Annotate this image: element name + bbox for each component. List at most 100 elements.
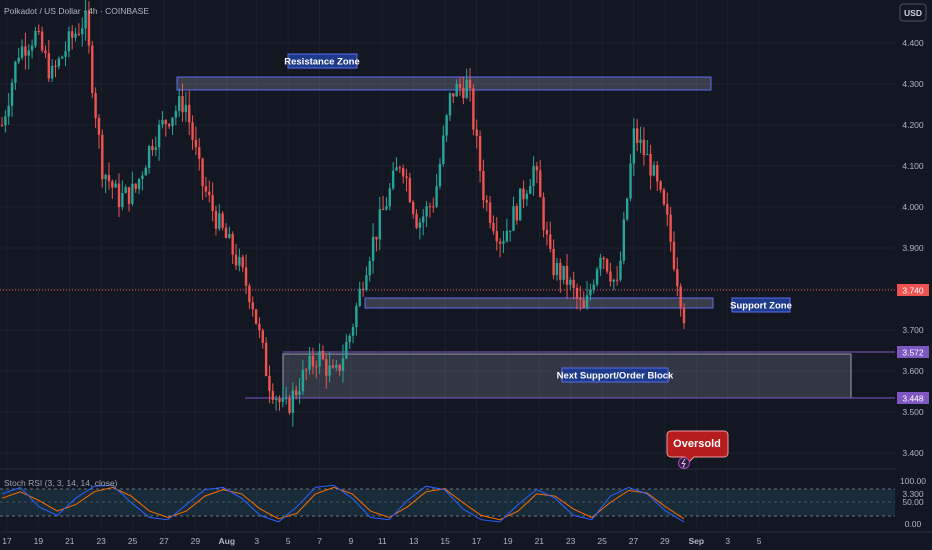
- candle-body: [615, 279, 619, 281]
- candle-body: [609, 271, 612, 282]
- candle-body: [669, 214, 672, 242]
- time-tick: 5: [286, 536, 291, 546]
- candle-body: [167, 123, 171, 127]
- time-axis[interactable]: 17 19 21 23 25 27 29 Aug 3 5 7 9 11 13 15 17 19 21 23 25 27 2…: [2, 536, 761, 546]
- candle-body: [488, 202, 492, 223]
- price-tick: 3.900: [902, 243, 924, 253]
- candle-body: [64, 51, 67, 57]
- candle-body: [144, 167, 147, 176]
- candle-body: [378, 209, 381, 240]
- candle-body: [535, 166, 539, 171]
- stoch-rsi-panel[interactable]: Stoch RSI (3, 3, 14, 14, close): [0, 478, 895, 523]
- candle-body: [124, 187, 127, 193]
- candle-body: [10, 82, 14, 106]
- candle-body: [465, 79, 468, 99]
- resistance-zone[interactable]: [176, 76, 712, 91]
- candle-body: [452, 93, 455, 97]
- candle-body: [475, 129, 478, 136]
- candle-body: [44, 50, 47, 54]
- candle-body: [231, 233, 234, 255]
- candle-body: [164, 120, 168, 124]
- candle-body: [422, 216, 425, 223]
- candle-body: [345, 341, 348, 359]
- candle-body: [181, 96, 184, 113]
- time-tick: 29: [191, 536, 201, 546]
- candle-body: [40, 31, 44, 51]
- candle-body: [478, 135, 482, 172]
- candle-body: [508, 230, 512, 232]
- candle-body: [74, 33, 77, 38]
- candle-body: [602, 257, 605, 260]
- level-upper-tag: 3.572: [897, 346, 929, 358]
- candle-body: [117, 183, 121, 208]
- candle-body: [37, 30, 40, 32]
- candle-body: [248, 285, 251, 303]
- candle-body: [284, 398, 288, 400]
- price-tick: 4.200: [902, 120, 924, 130]
- candle-body: [472, 88, 475, 130]
- candle-body: [682, 307, 686, 323]
- time-tick: 19: [503, 536, 513, 546]
- currency-label: USD: [904, 8, 922, 18]
- candle-body: [371, 236, 375, 262]
- oversold-callout[interactable]: Oversold: [666, 430, 729, 469]
- candle-body: [462, 87, 465, 99]
- candle-body: [30, 45, 34, 51]
- candle-body: [331, 365, 335, 368]
- candle-body: [194, 139, 198, 148]
- candle-body: [498, 241, 502, 244]
- candle-body: [114, 183, 117, 188]
- candle-body: [204, 186, 208, 192]
- candle-body: [301, 369, 305, 392]
- candle-body: [659, 181, 662, 190]
- candle-body: [391, 170, 395, 189]
- candle-body: [298, 391, 301, 395]
- resistance-label[interactable]: Resistance Zone: [284, 53, 360, 69]
- rsi-tick: 100.00: [900, 476, 926, 486]
- time-tick: 19: [34, 536, 44, 546]
- candle-body: [191, 122, 194, 140]
- price-chart[interactable]: Resistance Zone Support Zone Next Suppor…: [0, 0, 932, 550]
- candle-body: [646, 154, 649, 156]
- candle-body: [652, 165, 656, 176]
- candle-body: [268, 375, 271, 391]
- candle-body: [358, 288, 361, 306]
- candle-body: [435, 186, 438, 207]
- candle-body: [542, 197, 545, 231]
- support-label[interactable]: Support Zone: [730, 297, 792, 313]
- candle-body: [335, 364, 338, 368]
- rsi-label: Stoch RSI (3, 3, 14, 14, close): [4, 478, 118, 488]
- time-tick: Sep: [689, 536, 705, 546]
- candle-body: [605, 259, 609, 272]
- candle-body: [549, 234, 552, 250]
- support-zone[interactable]: [364, 297, 714, 309]
- candle-body: [177, 96, 181, 111]
- candle-body: [415, 213, 418, 228]
- candle-body: [649, 154, 652, 176]
- time-tick: 17: [2, 536, 12, 546]
- currency-button[interactable]: USD: [899, 3, 927, 22]
- time-tick: 7: [317, 536, 322, 546]
- time-tick: 21: [535, 536, 545, 546]
- candle-body: [20, 46, 24, 58]
- candle-body: [174, 110, 178, 118]
- candle-body: [579, 297, 582, 300]
- price-tick: 3.700: [902, 325, 924, 335]
- candle-body: [47, 53, 51, 79]
- candle-body: [151, 146, 154, 150]
- candle-body: [241, 257, 244, 268]
- support-label-text: Support Zone: [730, 301, 792, 312]
- candle-body: [131, 183, 134, 204]
- candle-body: [448, 93, 452, 116]
- price-axis[interactable]: 4.4004.3004.2004.1004.0003.9003.8003.700…: [900, 38, 926, 529]
- candle-body: [224, 227, 228, 238]
- candle-body: [559, 263, 562, 280]
- candle-body: [154, 147, 157, 150]
- next-support-label[interactable]: Next Support/Order Block: [557, 367, 674, 383]
- price-tick: 3.600: [902, 366, 924, 376]
- candle-body: [442, 135, 445, 164]
- candle-body: [288, 398, 291, 413]
- candle-body: [629, 163, 632, 199]
- candle-body: [569, 279, 572, 285]
- candle-body: [525, 193, 529, 200]
